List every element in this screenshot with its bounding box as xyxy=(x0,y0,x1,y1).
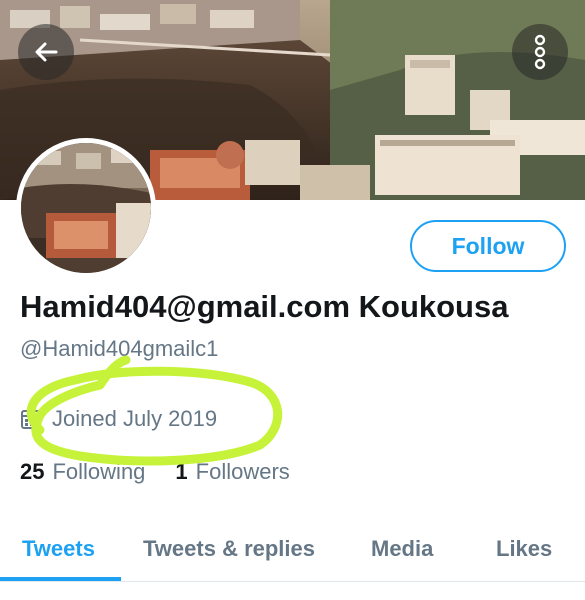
tab-media[interactable]: Media xyxy=(371,518,433,580)
back-button[interactable] xyxy=(18,24,74,80)
active-tab-indicator xyxy=(0,577,121,581)
tab-likes[interactable]: Likes xyxy=(496,518,552,580)
arrow-left-icon xyxy=(35,42,58,62)
profile-page: Follow Hamid404@gmail.com Koukousa @Hami… xyxy=(0,0,585,600)
user-handle: @Hamid404gmailc1 xyxy=(20,336,219,361)
following-label[interactable]: Following xyxy=(52,459,145,485)
following-count[interactable]: 25 xyxy=(20,459,44,485)
display-name: Hamid404@gmail.com Koukousa xyxy=(20,289,509,324)
profile-tabs: Tweets Tweets & replies Media Likes xyxy=(0,518,585,582)
follow-stats: 25 Following 1 Followers xyxy=(20,457,290,487)
follow-button[interactable]: Follow xyxy=(410,220,566,272)
joined-date: Joined July 2019 xyxy=(20,404,217,434)
avatar[interactable] xyxy=(16,138,156,278)
more-vertical-icon xyxy=(534,34,546,70)
calendar-icon xyxy=(21,410,41,429)
more-options-button[interactable] xyxy=(512,24,568,80)
followers-label[interactable]: Followers xyxy=(196,459,290,485)
joined-text: Joined July 2019 xyxy=(52,406,218,431)
followers-count[interactable]: 1 xyxy=(175,459,187,485)
avatar-image xyxy=(21,143,151,273)
tab-tweets-and-replies[interactable]: Tweets & replies xyxy=(143,518,315,580)
tab-tweets[interactable]: Tweets xyxy=(22,518,95,580)
